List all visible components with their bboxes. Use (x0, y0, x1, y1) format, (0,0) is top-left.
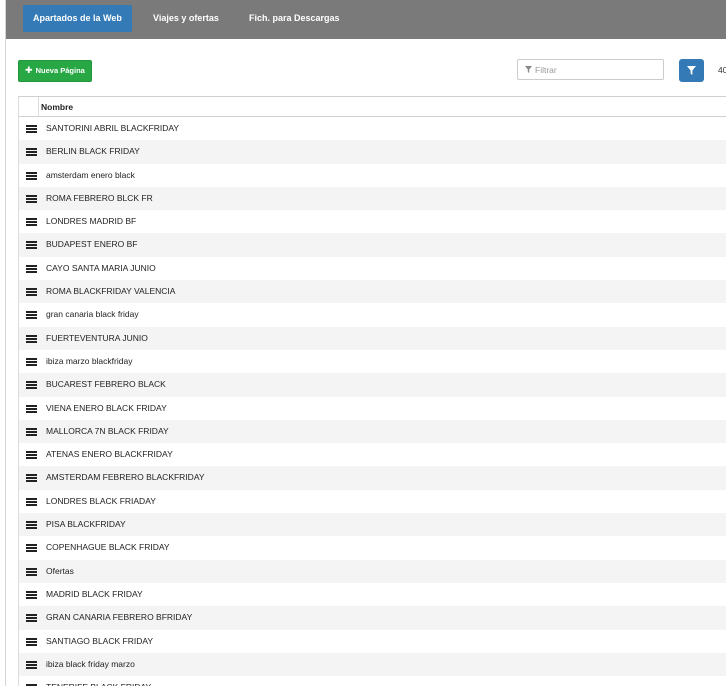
drag-handle-icon[interactable] (26, 218, 37, 227)
drag-handle-icon[interactable] (26, 311, 37, 320)
drag-handle-icon[interactable] (26, 660, 37, 669)
funnel-icon (687, 66, 696, 75)
funnel-icon (525, 66, 532, 73)
table-row[interactable]: BUDAPEST ENERO BF (19, 233, 726, 257)
drag-handle-icon[interactable] (26, 171, 37, 180)
filter-button[interactable] (679, 59, 704, 82)
new-page-button[interactable]: ✚ Nueva Página (18, 60, 92, 82)
table-row[interactable]: SANTIAGO BLACK FRIDAY (19, 630, 726, 653)
row-name[interactable]: CAYO SANTA MARIA JUNIO (46, 263, 156, 273)
row-name[interactable]: COPENHAGUE BLACK FRIDAY (46, 542, 170, 552)
table-row[interactable]: BERLIN BLACK FRIDAY (19, 140, 726, 164)
plus-icon: ✚ (25, 65, 33, 75)
drag-handle-icon[interactable] (26, 451, 37, 460)
row-name[interactable]: MALLORCA 7N BLACK FRIDAY (46, 426, 169, 436)
filter-input[interactable] (535, 60, 661, 79)
row-name[interactable]: gran canaria black friday (46, 309, 139, 319)
row-name[interactable]: ROMA FEBRERO BLCK FR (46, 193, 153, 203)
row-name[interactable]: ATENAS ENERO BLACKFRIDAY (46, 449, 173, 459)
drag-handle-icon[interactable] (26, 427, 37, 436)
table-row[interactable]: VIENA ENERO BLACK FRIDAY (19, 397, 726, 420)
row-name[interactable]: AMSTERDAM FEBRERO BLACKFRIDAY (46, 472, 205, 482)
tab-fich-para-descargas[interactable]: Fich. para Descargas (239, 5, 350, 32)
row-name[interactable]: FUERTEVENTURA JUNIO (46, 333, 148, 343)
table-row[interactable]: Ofertas (19, 559, 726, 583)
table-row[interactable]: COPENHAGUE BLACK FRIDAY (19, 536, 726, 559)
row-name[interactable]: amsterdam enero black (46, 170, 135, 180)
table-row[interactable]: amsterdam enero black (19, 164, 726, 187)
drag-handle-icon[interactable] (26, 357, 37, 366)
row-name[interactable]: TENERIFE BLACK FRIDAY (46, 682, 151, 686)
row-name[interactable]: BERLIN BLACK FRIDAY (46, 146, 140, 156)
row-name[interactable]: SANTIAGO BLACK FRIDAY (46, 636, 153, 646)
drag-handle-icon[interactable] (26, 474, 37, 483)
row-name[interactable]: BUDAPEST ENERO BF (46, 239, 137, 249)
table-row[interactable]: MALLORCA 7N BLACK FRIDAY (19, 419, 726, 444)
table-row[interactable]: GRAN CANARIA FEBRERO BFRIDAY (19, 606, 726, 630)
table-row[interactable]: ibiza black friday marzo (19, 652, 726, 677)
table-row[interactable]: gran canaria black friday (19, 303, 726, 326)
table-row[interactable]: TENERIFE BLACK FRIDAY (19, 676, 726, 686)
filter-field[interactable] (517, 59, 664, 80)
row-name[interactable]: MADRID BLACK FRIDAY (46, 589, 143, 599)
drag-handle-icon[interactable] (26, 334, 37, 343)
table-row[interactable]: BUCAREST FEBRERO BLACK (19, 373, 726, 397)
header-divider (38, 97, 39, 116)
row-name[interactable]: SANTORINI ABRIL BLACKFRIDAY (46, 123, 179, 133)
tab-viajes-y-ofertas[interactable]: Viajes y ofertas (143, 5, 229, 32)
top-navbar: Apartados de la Web Viajes y ofertas Fic… (6, 0, 726, 39)
drag-handle-icon[interactable] (26, 148, 37, 157)
drag-handle-icon[interactable] (26, 521, 37, 530)
drag-handle-icon[interactable] (26, 637, 37, 646)
drag-handle-icon[interactable] (26, 497, 37, 506)
table-row[interactable]: SANTORINI ABRIL BLACKFRIDAY (19, 117, 726, 140)
drag-handle-icon[interactable] (26, 194, 37, 203)
row-name[interactable]: GRAN CANARIA FEBRERO BFRIDAY (46, 612, 192, 622)
drag-handle-icon[interactable] (26, 614, 37, 623)
tab-apartados-de-la-web[interactable]: Apartados de la Web (23, 5, 132, 32)
record-count: 40 (718, 65, 726, 75)
drag-handle-icon[interactable] (26, 567, 37, 576)
drag-handle-icon[interactable] (26, 544, 37, 553)
pages-table: Nombre SANTORINI ABRIL BLACKFRIDAY BERLIN… (18, 96, 726, 686)
drag-handle-icon[interactable] (26, 264, 37, 273)
table-row[interactable]: MADRID BLACK FRIDAY (19, 583, 726, 606)
table-row[interactable]: AMSTERDAM FEBRERO BLACKFRIDAY (19, 466, 726, 490)
drag-handle-icon[interactable] (26, 125, 37, 133)
row-name[interactable]: LONDRES MADRID BF (46, 216, 136, 226)
row-name[interactable]: BUCAREST FEBRERO BLACK (46, 379, 166, 389)
drag-handle-icon[interactable] (26, 241, 37, 250)
drag-handle-icon[interactable] (26, 288, 37, 297)
drag-handle-icon[interactable] (26, 404, 37, 413)
row-name[interactable]: ROMA BLACKFRIDAY VALENCIA (46, 286, 175, 296)
column-header-nombre[interactable]: Nombre (41, 102, 73, 112)
new-page-label: Nueva Página (35, 66, 85, 75)
row-name[interactable]: VIENA ENERO BLACK FRIDAY (46, 403, 167, 413)
row-name[interactable]: Ofertas (46, 566, 74, 576)
table-row[interactable]: LONDRES MADRID BF (19, 210, 726, 233)
table-header: Nombre (19, 97, 726, 117)
table-row[interactable]: ROMA FEBRERO BLCK FR (19, 186, 726, 211)
table-row[interactable]: ibiza marzo blackfriday (19, 350, 726, 373)
table-row[interactable]: LONDRES BLACK FRIADAY (19, 490, 726, 513)
table-row[interactable]: ATENAS ENERO BLACKFRIDAY (19, 443, 726, 466)
table-row[interactable]: CAYO SANTA MARIA JUNIO (19, 257, 726, 280)
drag-handle-icon[interactable] (26, 381, 37, 390)
table-row[interactable]: FUERTEVENTURA JUNIO (19, 326, 726, 350)
row-name[interactable]: ibiza marzo blackfriday (46, 356, 132, 366)
table-body: SANTORINI ABRIL BLACKFRIDAY BERLIN BLACK … (19, 117, 726, 686)
row-name[interactable]: LONDRES BLACK FRIADAY (46, 496, 156, 506)
app-frame: Apartados de la Web Viajes y ofertas Fic… (5, 0, 726, 686)
table-row[interactable]: PISA BLACKFRIDAY (19, 513, 726, 537)
row-name[interactable]: PISA BLACKFRIDAY (46, 519, 126, 529)
row-name[interactable]: ibiza black friday marzo (46, 659, 135, 669)
drag-handle-icon[interactable] (26, 590, 37, 599)
table-row[interactable]: ROMA BLACKFRIDAY VALENCIA (19, 280, 726, 304)
